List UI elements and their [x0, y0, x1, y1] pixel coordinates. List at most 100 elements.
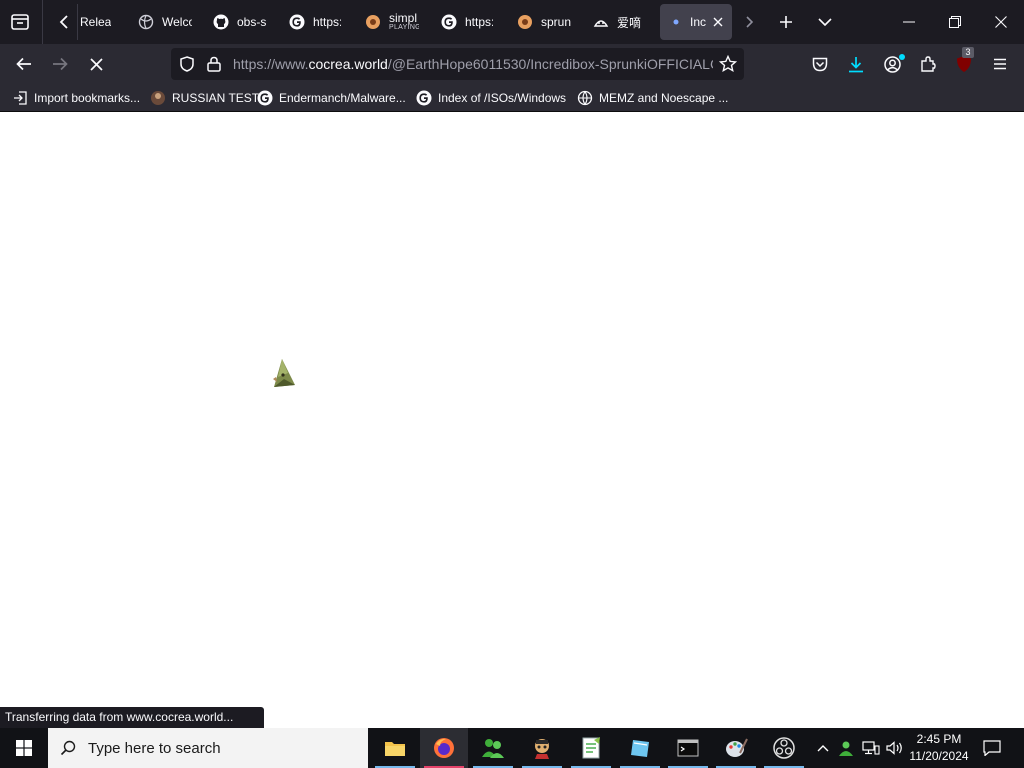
- tab-4[interactable]: simpl PLAYING: [365, 4, 419, 40]
- downloads-button[interactable]: [840, 48, 872, 80]
- taskbar-paint[interactable]: [712, 728, 760, 768]
- tab-3[interactable]: https:: [289, 4, 341, 40]
- new-tab-button[interactable]: [770, 6, 802, 38]
- bookmark-star-icon[interactable]: [718, 54, 738, 78]
- forward-button[interactable]: [44, 48, 76, 80]
- taskbar-firefox[interactable]: [420, 728, 468, 768]
- bookmark-import[interactable]: Import bookmarks...: [12, 89, 140, 107]
- extensions-button[interactable]: [912, 48, 944, 80]
- stop-loading-button[interactable]: [80, 48, 112, 80]
- stop-icon: [89, 57, 103, 71]
- app-menu-button[interactable]: [984, 48, 1016, 80]
- tab-7[interactable]: 爱嘀: [593, 4, 647, 40]
- tab-label: simpl: [389, 12, 418, 25]
- bookmark-label: Index of /ISOs/Windows: [438, 91, 567, 105]
- taskbar-terminal[interactable]: [664, 728, 712, 768]
- github-icon: [213, 14, 229, 30]
- scroll-tabs-right-button[interactable]: [734, 6, 766, 38]
- bookmarks-toolbar: Import bookmarks... RUSSIAN TEST Enderma…: [0, 84, 1024, 112]
- tab-active[interactable]: Inc: [660, 4, 732, 40]
- minimize-button[interactable]: [893, 6, 925, 38]
- site-icon: [593, 14, 609, 30]
- bookmark-endermanch[interactable]: Endermanch/Malware...: [257, 89, 406, 107]
- taskbar-notepad-plus[interactable]: [567, 728, 615, 768]
- puzzle-icon: [921, 56, 936, 72]
- firefox-view-button[interactable]: [4, 6, 36, 38]
- taskbar-app-character[interactable]: [518, 728, 566, 768]
- navigation-toolbar: https://www.cocrea.world/@EarthHope60115…: [0, 44, 1024, 84]
- chevron-up-icon: [817, 745, 829, 752]
- google-icon: [257, 90, 273, 106]
- site-icon: [517, 14, 533, 30]
- tab-6[interactable]: sprun: [517, 4, 571, 40]
- account-notification-dot: [899, 54, 905, 60]
- chevron-left-icon: [56, 14, 72, 30]
- clock-date: 11/20/2024: [909, 749, 969, 763]
- firefox-view-icon: [11, 14, 29, 30]
- paint-palette-icon: [726, 738, 748, 757]
- network-status[interactable]: [860, 728, 882, 768]
- hamburger-menu-icon: [994, 58, 1006, 70]
- chevron-right-icon: [746, 16, 754, 28]
- taskbar-app-green[interactable]: [469, 728, 517, 768]
- show-hidden-icons-button[interactable]: [814, 728, 832, 768]
- close-window-button[interactable]: [985, 6, 1017, 38]
- minimize-icon: [903, 21, 915, 23]
- account-icon: [883, 55, 901, 73]
- globe-icon: [138, 14, 154, 30]
- tab-divider: [42, 0, 43, 44]
- volume-control[interactable]: [884, 728, 906, 768]
- google-icon: [441, 14, 457, 30]
- system-clock[interactable]: 2:45 PM 11/20/2024: [906, 731, 972, 765]
- terminal-icon: [677, 739, 699, 757]
- loading-dot-icon: [668, 14, 684, 30]
- taskbar-app-blue[interactable]: [616, 728, 664, 768]
- pocket-icon: [812, 57, 828, 71]
- bookmark-memz[interactable]: MEMZ and Noescape ...: [577, 89, 728, 107]
- start-button[interactable]: [0, 728, 48, 768]
- firefox-icon: [434, 738, 454, 758]
- taskbar-search-box[interactable]: Type here to search: [48, 728, 368, 768]
- account-button[interactable]: [876, 48, 908, 80]
- tab-5[interactable]: https:: [441, 4, 493, 40]
- bookmark-isos-windows[interactable]: Index of /ISOs/Windows: [416, 89, 566, 107]
- google-icon: [416, 90, 432, 106]
- list-all-tabs-button[interactable]: [809, 6, 841, 38]
- site-icon: [365, 14, 381, 30]
- obs-icon: [773, 737, 795, 759]
- lock-icon[interactable]: [207, 56, 221, 77]
- close-icon: [995, 16, 1007, 28]
- url-bar[interactable]: https://www.cocrea.world/@EarthHope60115…: [171, 48, 744, 80]
- bookmark-russian-test[interactable]: RUSSIAN TEST: [150, 89, 259, 107]
- close-tab-icon[interactable]: [712, 16, 724, 28]
- tray-app-icon[interactable]: [836, 728, 856, 768]
- ublock-extension-button[interactable]: 3: [948, 47, 980, 80]
- url-text[interactable]: https://www.cocrea.world/@EarthHope60115…: [233, 56, 713, 72]
- tab-label: 爱嘀: [617, 15, 642, 30]
- tab-label: https:: [313, 15, 341, 29]
- chevron-down-icon: [818, 18, 832, 26]
- notification-icon: [983, 740, 1001, 756]
- tab-2[interactable]: obs-s: [213, 4, 269, 40]
- taskbar-file-explorer[interactable]: [371, 728, 419, 768]
- plus-icon: [780, 16, 792, 28]
- back-button[interactable]: [8, 48, 40, 80]
- restore-button[interactable]: [939, 6, 971, 38]
- users-app-icon: [482, 739, 504, 758]
- notification-center-button[interactable]: [976, 728, 1008, 768]
- search-icon: [60, 740, 76, 756]
- tracking-protection-shield-icon[interactable]: [179, 56, 195, 77]
- tab-1[interactable]: Welco: [138, 4, 192, 40]
- restore-icon: [949, 16, 961, 28]
- bookmark-label: RUSSIAN TEST: [172, 91, 260, 105]
- loading-sprite-image: [273, 359, 295, 387]
- taskbar-obs[interactable]: [760, 728, 808, 768]
- folder-icon: [385, 742, 405, 756]
- arrow-left-icon: [16, 57, 31, 71]
- windows-taskbar: Type here to search 2:45 PM 11/20/2024: [0, 728, 1024, 768]
- tab-label: Welco: [162, 15, 192, 29]
- tab-label: Relea: [80, 15, 112, 29]
- bookmark-label: Endermanch/Malware...: [279, 91, 406, 105]
- tab-0[interactable]: Relea: [56, 4, 114, 40]
- pocket-button[interactable]: [804, 48, 836, 80]
